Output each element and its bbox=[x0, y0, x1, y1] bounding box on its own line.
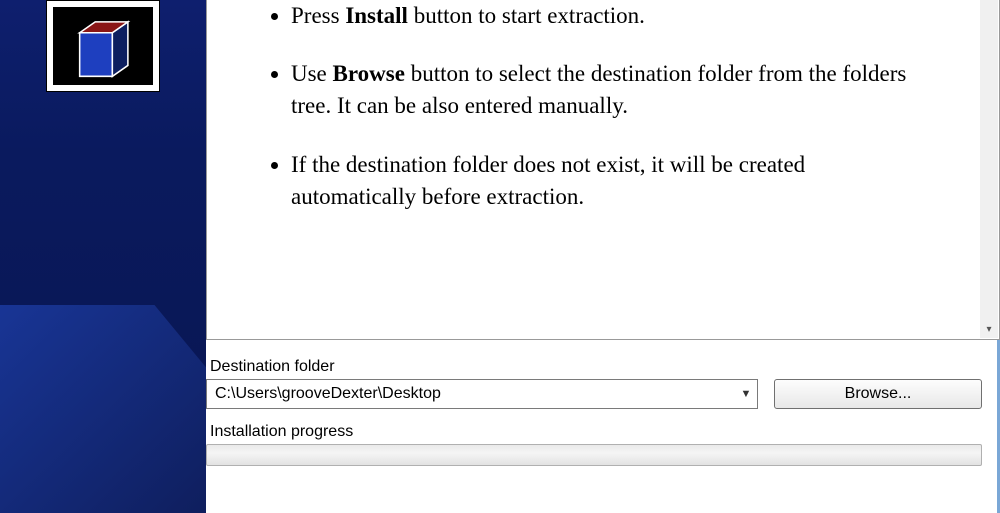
chevron-down-icon[interactable]: ▼ bbox=[735, 380, 757, 408]
text: If the destination folder does not exist… bbox=[291, 152, 805, 209]
scroll-down-icon[interactable]: ▾ bbox=[980, 320, 998, 338]
product-icon-bg bbox=[53, 7, 153, 85]
progress-bar bbox=[206, 444, 982, 466]
installer-window: Press Install button to start extraction… bbox=[0, 0, 1000, 513]
sidebar-panel bbox=[0, 0, 206, 513]
destination-combobox[interactable]: C:\Users\grooveDexter\Desktop ▼ bbox=[206, 379, 758, 409]
bold-text: Browse bbox=[333, 61, 405, 86]
instruction-item: Press Install button to start extraction… bbox=[291, 0, 917, 32]
progress-label: Installation progress bbox=[210, 423, 986, 441]
destination-value[interactable]: C:\Users\grooveDexter\Desktop bbox=[207, 385, 735, 403]
package-box-icon bbox=[64, 11, 142, 81]
browse-button-label: Browse... bbox=[845, 385, 912, 403]
text: Use bbox=[291, 61, 333, 86]
product-icon-frame bbox=[46, 0, 160, 92]
instructions-panel: Press Install button to start extraction… bbox=[206, 0, 1000, 340]
destination-label: Destination folder bbox=[210, 358, 986, 376]
scrollbar[interactable]: ▾ bbox=[980, 0, 998, 338]
text: Press bbox=[291, 3, 345, 28]
instructions-text: Press Install button to start extraction… bbox=[257, 0, 917, 239]
instruction-item: Use Browse button to select the destinat… bbox=[291, 58, 917, 122]
browse-button[interactable]: Browse... bbox=[774, 379, 982, 409]
text: button to start extraction. bbox=[408, 3, 645, 28]
form-area: Destination folder C:\Users\grooveDexter… bbox=[206, 358, 986, 466]
sidebar-decoration bbox=[0, 305, 206, 513]
bold-text: Install bbox=[345, 3, 408, 28]
instruction-item: If the destination folder does not exist… bbox=[291, 149, 917, 213]
